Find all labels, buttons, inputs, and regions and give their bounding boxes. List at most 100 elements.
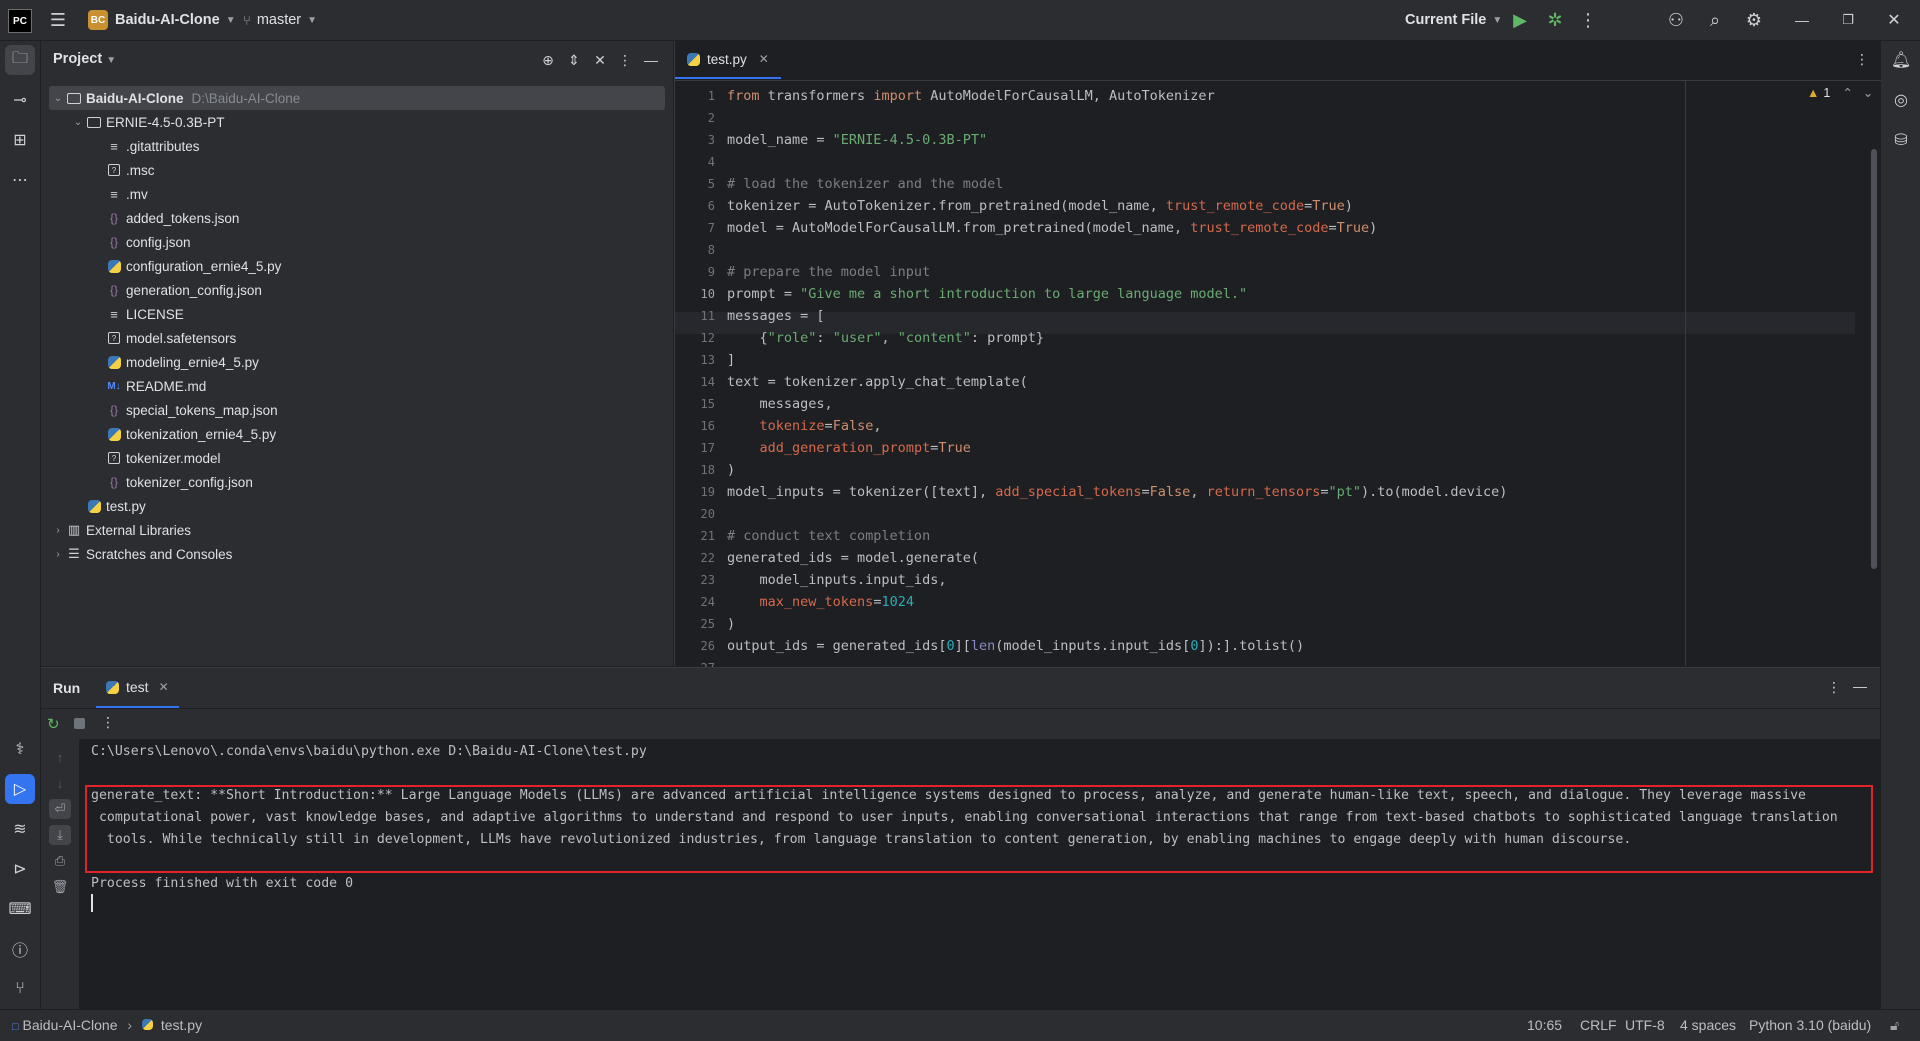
close-tab-icon[interactable]: ✕ (759, 52, 769, 66)
run-config-selector[interactable]: Current File ▼ (1405, 0, 1502, 40)
breadcrumb-file[interactable]: test.py (161, 1017, 202, 1033)
problems-tool-icon[interactable]: ⓘ (5, 934, 35, 964)
stop-icon[interactable] (74, 718, 85, 729)
run-tab-test[interactable]: test ✕ (96, 668, 179, 708)
indent-setting[interactable]: 4 spaces (1680, 1017, 1736, 1033)
code-line: from transformers import AutoModelForCau… (727, 88, 1215, 104)
structure-tool-icon[interactable]: ⊞ (5, 125, 35, 155)
project-panel-title[interactable]: Project ▼ (53, 51, 116, 67)
file-encoding[interactable]: UTF-8 (1625, 1017, 1665, 1033)
tree-item[interactable]: {} special_tokens_map.json (49, 398, 665, 422)
app-logo: PC (8, 9, 32, 33)
prev-highlight-icon[interactable]: ⌃ (1842, 85, 1852, 100)
notifications-bell-icon[interactable]: 🔔︎ (1886, 45, 1916, 75)
tree-item[interactable]: › ☰ Scratches and Consoles (49, 542, 665, 566)
tree-item[interactable]: {} tokenizer_config.json (49, 470, 665, 494)
more-actions-icon[interactable]: ⋮ (1578, 0, 1598, 40)
breadcrumb-project[interactable]: Baidu-AI-Clone (23, 1017, 118, 1033)
tree-item[interactable]: ≡ .mv (49, 182, 665, 206)
project-tool-icon[interactable]: 🗀 (5, 45, 35, 75)
tree-item[interactable]: tokenization_ernie4_5.py (49, 422, 665, 446)
collapse-chevron-icon[interactable]: › (51, 525, 65, 536)
tree-item[interactable]: {} generation_config.json (49, 278, 665, 302)
run-icon[interactable]: ▶ (1508, 0, 1532, 40)
search-icon[interactable]: ⌕ (1703, 0, 1727, 40)
unknown-file-icon: ? (105, 332, 123, 344)
git-tool-icon[interactable]: ⑂ (5, 974, 35, 1004)
git-branch-icon: ⑂ (243, 12, 251, 28)
console-output[interactable]: C:\Users\Lenovo\.conda\envs\baidu\python… (85, 739, 1873, 1010)
collapse-chevron-icon[interactable]: › (51, 549, 65, 560)
read-only-lock-icon[interactable]: 🔓︎ (1890, 1017, 1899, 1034)
tree-item-label: tokenization_ernie4_5.py (126, 426, 277, 442)
line-ending[interactable]: CRLF (1580, 1017, 1617, 1033)
tree-item[interactable]: ≡ .gitattributes (49, 134, 665, 158)
python-file-icon (85, 499, 103, 513)
code-content[interactable]: from transformers import AutoModelForCau… (727, 81, 1827, 666)
library-icon: ▥ (67, 522, 81, 537)
run-more-icon[interactable]: ⋮ (101, 714, 115, 731)
editor-scrollbar[interactable] (1871, 149, 1877, 569)
tree-item[interactable]: ⌄ ERNIE-4.5-0.3B-PT (49, 110, 665, 134)
tree-item[interactable]: configuration_ernie4_5.py (49, 254, 665, 278)
options-icon[interactable]: ⋮ (615, 50, 635, 70)
python-interpreter[interactable]: Python 3.10 (baidu) (1749, 1017, 1871, 1033)
minimize-icon[interactable]: — (1790, 0, 1814, 40)
debug-icon[interactable]: ✲ (1543, 0, 1567, 40)
hide-panel-icon[interactable]: — (641, 50, 661, 70)
commit-tool-icon[interactable]: ⊸ (5, 85, 35, 115)
settings-gear-icon[interactable]: ⚙ (1742, 0, 1766, 40)
tree-item[interactable]: modeling_ernie4_5.py (49, 350, 665, 374)
run-tool-icon[interactable]: ▷ (5, 774, 35, 804)
ai-assistant-icon[interactable]: ◎ (1886, 85, 1916, 115)
tree-item[interactable]: › ▥ External Libraries (49, 518, 665, 542)
annotation-highlight-box (85, 785, 1873, 873)
tree-item[interactable]: ? model.safetensors (49, 326, 665, 350)
tab-options-icon[interactable]: ⋮ (1855, 51, 1869, 68)
rerun-icon[interactable]: ↻ (47, 715, 60, 733)
expand-chevron-icon[interactable]: ⌄ (51, 93, 65, 104)
tree-item-label: added_tokens.json (126, 210, 240, 226)
terminal-tool-icon[interactable]: ⌨ (5, 894, 35, 924)
tree-item-label: model.safetensors (126, 330, 237, 346)
python-console-icon[interactable]: ⚕ (5, 734, 35, 764)
next-highlight-icon[interactable]: ⌄ (1863, 85, 1873, 100)
hide-run-panel-icon[interactable]: — (1853, 678, 1867, 694)
scroll-to-end-icon[interactable]: ⤓ (49, 825, 71, 845)
expand-chevron-icon[interactable]: ⌄ (71, 117, 85, 128)
tree-item[interactable]: M↓ README.md (49, 374, 665, 398)
database-icon[interactable]: ⛁ (1886, 125, 1916, 155)
services-tool-icon[interactable]: ⊳ (5, 854, 35, 884)
scroll-down-icon[interactable]: ↓ (49, 773, 71, 793)
tree-item-path: D:\Baidu-AI-Clone (191, 90, 301, 106)
add-user-icon[interactable]: ⚇ (1664, 0, 1688, 40)
tree-item[interactable]: ? .msc (49, 158, 665, 182)
scroll-up-icon[interactable]: ↑ (49, 747, 71, 767)
tree-item[interactable]: test.py (49, 494, 665, 518)
tree-item-label: External Libraries (86, 522, 192, 538)
tree-item[interactable]: ≡ LICENSE (49, 302, 665, 326)
layers-tool-icon[interactable]: ≋ (5, 814, 35, 844)
close-tab-icon[interactable]: ✕ (159, 680, 169, 694)
branch-switcher[interactable]: ⑂ master ▼ (243, 0, 317, 40)
print-icon[interactable]: ⎙ (49, 851, 71, 871)
close-icon[interactable]: ✕ (1882, 0, 1906, 40)
expand-all-icon[interactable]: ⇕ (564, 50, 584, 70)
cursor-position[interactable]: 10:65 (1527, 1017, 1562, 1033)
tree-item[interactable]: {} config.json (49, 230, 665, 254)
more-tools-icon[interactable]: ⋯ (5, 165, 35, 195)
code-line: model = AutoModelForCausalLM.from_pretra… (727, 220, 1378, 236)
soft-wrap-icon[interactable]: ⏎ (49, 799, 71, 819)
clear-console-icon[interactable]: 🗑︎ (49, 877, 71, 897)
restore-icon[interactable]: ❐ (1836, 0, 1860, 40)
tree-item[interactable]: ? tokenizer.model (49, 446, 665, 470)
project-switcher[interactable]: BC Baidu-AI-Clone ▼ (88, 0, 236, 40)
tree-item[interactable]: ⌄ Baidu-AI-Clone D:\Baidu-AI-Clone (49, 86, 665, 110)
inspection-widget[interactable]: ▲ 1 ⌃ ⌄ (1807, 85, 1873, 101)
editor-tab-test-py[interactable]: test.py ✕ (675, 41, 781, 79)
run-options-icon[interactable]: ⋮ (1827, 679, 1841, 696)
main-menu-icon[interactable]: ☰ (46, 0, 70, 40)
locate-file-icon[interactable]: ⊕ (538, 50, 558, 70)
collapse-all-icon[interactable]: ✕ (590, 50, 610, 70)
tree-item[interactable]: {} added_tokens.json (49, 206, 665, 230)
